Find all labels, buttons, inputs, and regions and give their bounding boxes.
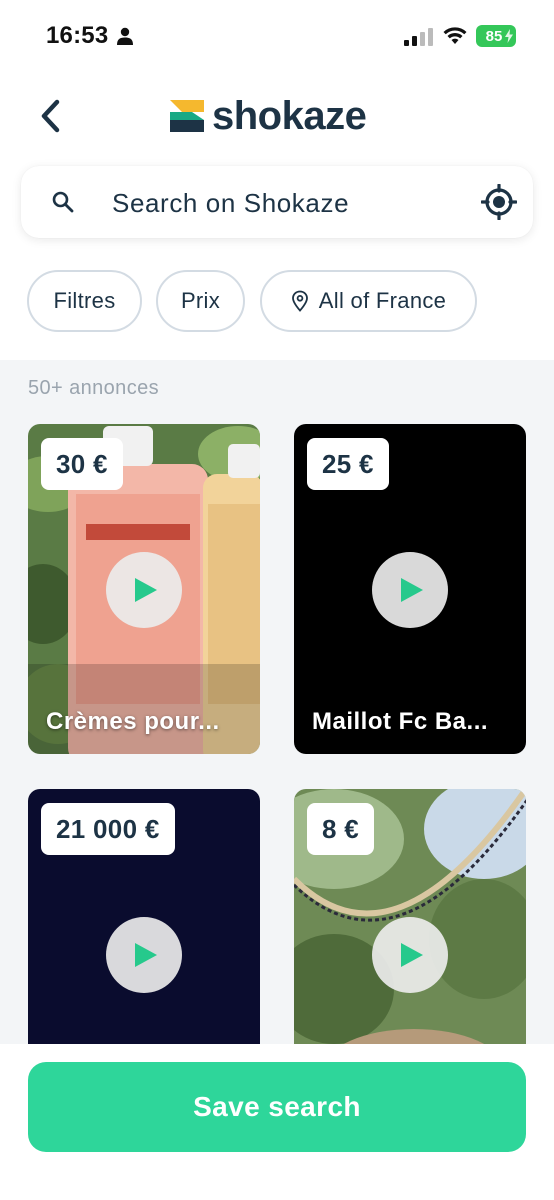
- location-chip[interactable]: All of France: [260, 270, 477, 332]
- play-icon: [401, 943, 423, 967]
- location-chip-label: All of France: [318, 288, 447, 313]
- search-bar[interactable]: Search on Shokaze: [21, 166, 533, 238]
- bottom-action-bar: Save search: [0, 1044, 554, 1200]
- shokaze-logo-mark-icon: [170, 100, 204, 132]
- results-count: 50+ annonces: [28, 377, 160, 399]
- listing-card[interactable]: 30 € Crèmes pour...: [28, 424, 260, 754]
- play-button[interactable]: [372, 917, 448, 993]
- play-button[interactable]: [106, 552, 182, 628]
- shokaze-logo: shokaze: [168, 93, 367, 138]
- pin-icon: [291, 290, 308, 312]
- status-bar: 16:53 85: [0, 0, 554, 72]
- play-icon: [401, 578, 423, 602]
- chevron-left-icon: [41, 99, 60, 133]
- filters-chip-label: Filtres: [53, 288, 116, 313]
- price-badge: 30 €: [41, 438, 123, 490]
- charging-bolt-icon: [505, 29, 513, 43]
- price-badge: 21 000 €: [41, 803, 175, 855]
- filters-chip[interactable]: Filtres: [27, 270, 142, 332]
- listing-title: Crèmes pour...: [46, 708, 220, 735]
- status-time: 16:53: [46, 22, 109, 49]
- person-icon: [117, 27, 133, 45]
- listing-card[interactable]: 25 € Maillot Fc Ba...: [294, 424, 526, 754]
- wifi-icon: [443, 27, 467, 44]
- save-search-button[interactable]: Save search: [28, 1062, 526, 1152]
- logo-text: shokaze: [212, 93, 367, 138]
- price-badge: 25 €: [307, 438, 389, 490]
- back-button[interactable]: [34, 96, 66, 136]
- play-button[interactable]: [372, 552, 448, 628]
- location-target-icon[interactable]: [481, 184, 517, 220]
- search-icon: [52, 191, 74, 213]
- play-icon: [135, 578, 157, 602]
- listing-title: Maillot Fc Ba...: [312, 708, 489, 735]
- battery-level: 85: [485, 27, 503, 45]
- price-chip[interactable]: Prix: [156, 270, 245, 332]
- play-button[interactable]: [106, 917, 182, 993]
- battery-indicator: 85: [476, 25, 516, 47]
- price-chip-label: Prix: [180, 288, 221, 313]
- price-badge: 8 €: [307, 803, 375, 855]
- cellular-signal-icon: [404, 28, 433, 46]
- play-icon: [135, 943, 157, 967]
- search-input[interactable]: Search on Shokaze: [112, 188, 349, 219]
